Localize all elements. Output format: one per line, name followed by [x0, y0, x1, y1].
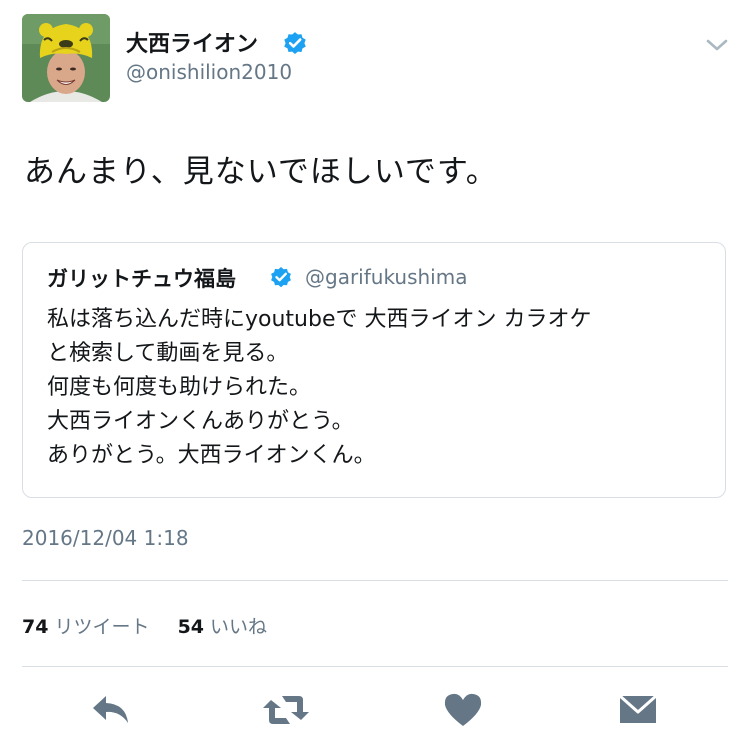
- tweet-stats: 74 リツイート 54 いいね: [22, 612, 267, 639]
- verified-badge-icon: [271, 267, 291, 288]
- retweet-icon: [263, 696, 309, 724]
- quoted-author-name: ガリットチュウ福島: [47, 267, 236, 291]
- retweets-label: リツイート: [54, 616, 150, 638]
- direct-message-button[interactable]: [616, 690, 660, 730]
- retweet-button[interactable]: [262, 690, 309, 730]
- author-avatar[interactable]: [22, 14, 110, 102]
- avatar-image: [22, 14, 110, 102]
- likes-stat[interactable]: 54 いいね: [178, 616, 267, 638]
- reply-button[interactable]: [90, 690, 134, 730]
- divider: [22, 580, 728, 581]
- quoted-tweet-line: 私は落ち込んだ時にyoutubeで 大西ライオン カラオケ: [47, 307, 592, 332]
- direct-message-icon: [619, 694, 657, 723]
- tweet-detail: 大西ライオン @onishilion2010 あんまり、見ないでほしいです。 ガ…: [0, 0, 750, 750]
- quoted-tweet-card[interactable]: ガリットチュウ福島 @garifukushima 私は落ち込んだ時にyoutub…: [22, 242, 726, 498]
- author-name[interactable]: 大西ライオン: [126, 26, 258, 58]
- quoted-author-handle: @garifukushima: [305, 265, 468, 289]
- retweets-count: 74: [22, 616, 49, 638]
- verified-badge-icon: [284, 32, 306, 55]
- quoted-tweet-line: と検索して動画を見る。: [47, 341, 289, 366]
- tweet-timestamp[interactable]: 2016/12/04 1:18: [22, 526, 189, 550]
- retweets-stat[interactable]: 74 リツイート: [22, 616, 156, 638]
- likes-count: 54: [177, 616, 205, 638]
- like-button[interactable]: [441, 690, 485, 730]
- like-icon: [444, 693, 482, 726]
- quoted-tweet-line: ありがとう。大西ライオンくん。: [47, 443, 376, 468]
- divider: [22, 666, 728, 667]
- reply-icon: [93, 696, 128, 723]
- quoted-tweet-line: 大西ライオンくんありがとう。: [47, 409, 354, 434]
- likes-label: いいね: [210, 616, 268, 638]
- chevron-down-icon[interactable]: [704, 36, 730, 54]
- quoted-tweet-line: 何度も何度も助けられた。: [47, 375, 312, 400]
- author-handle[interactable]: @onishilion2010: [126, 60, 292, 84]
- tweet-text: あんまり、見ないでほしいです。: [24, 154, 498, 190]
- quoted-tweet-text: 私は落ち込んだ時にyoutubeで 大西ライオン カラオケ と検索して動画を見る…: [47, 303, 591, 473]
